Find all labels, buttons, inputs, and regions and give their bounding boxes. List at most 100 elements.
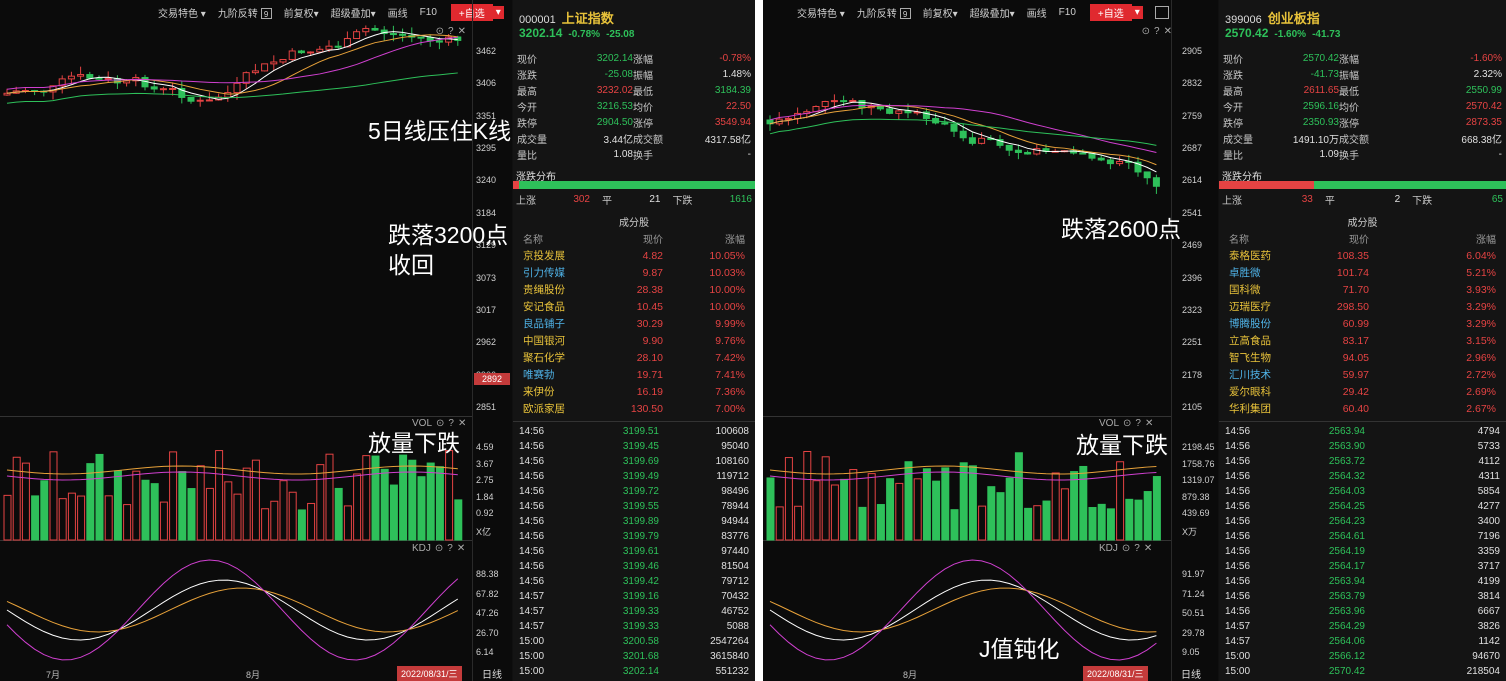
close-icon[interactable]: ✕	[1144, 543, 1152, 554]
volume-bar	[858, 506, 867, 541]
period-label[interactable]: 日线	[1181, 666, 1201, 681]
trade-row: 14:56 2563.94 4794	[1219, 424, 1506, 439]
flat-count: 2	[1394, 193, 1401, 205]
volume-bar	[895, 482, 904, 541]
trade-price: 2564.06	[1328, 636, 1365, 647]
quote-row: 跌停 2904.50 涨停 3549.94	[513, 114, 755, 130]
trade-price: 2563.79	[1328, 591, 1365, 602]
trade-row: 14:56 3199.89 94944	[513, 514, 755, 529]
volume-bar	[426, 462, 435, 541]
components-header: 名称 现价 涨幅	[513, 230, 755, 246]
settings-icon[interactable]: ⊙	[1122, 543, 1130, 554]
component-stock-row[interactable]: 立高食品 83.17 3.15%	[1219, 332, 1506, 349]
close-icon[interactable]: ✕	[1145, 418, 1153, 429]
component-stock-row[interactable]: 聚石化学 28.10 7.42%	[513, 349, 755, 366]
volume-bar	[169, 451, 178, 541]
quote-row: 成交量 3.44亿 成交额 4317.58亿	[513, 130, 755, 146]
component-stock-row[interactable]: 爱尔眼科 29.42 2.69%	[1219, 383, 1506, 400]
component-stock-row[interactable]: 引力传媒 9.87 10.03%	[513, 264, 755, 281]
stock-name: 智飞生物	[1229, 352, 1271, 364]
period-label[interactable]: 日线	[482, 666, 502, 681]
component-stock-row[interactable]: 良品铺子 30.29 9.99%	[513, 315, 755, 332]
kdj-tick-label: 29.78	[1182, 627, 1205, 638]
candle	[86, 74, 94, 79]
component-stock-row[interactable]: 安记食品 10.45 10.00%	[513, 298, 755, 315]
quote-value: 2596.16	[1302, 100, 1339, 112]
trade-price: 2564.61	[1328, 531, 1365, 542]
component-stock-row[interactable]: 来伊份 16.19 7.36%	[513, 383, 755, 400]
stock-change: 2.72%	[1466, 368, 1496, 381]
chart-area[interactable]: 交易特色 ▾ 九阶反转 9 前复权▾ 超级叠加▾ 画线 F10 +自选 ▾ ⊙?…	[763, 0, 1218, 681]
vol-tick-label: X万	[1182, 527, 1198, 537]
trade-price: 3199.69	[622, 456, 659, 467]
settings-icon[interactable]: ⊙	[1123, 418, 1131, 429]
candle	[417, 36, 425, 39]
trade-volume: 46752	[721, 606, 749, 617]
component-stock-row[interactable]: 汇川技术 59.97 2.72%	[1219, 366, 1506, 383]
trade-price: 3199.51	[622, 426, 659, 437]
component-stock-row[interactable]: 欧派家居 130.50 7.00%	[513, 400, 755, 417]
quote-label: 今开	[1223, 102, 1243, 114]
x-label-july: 7月	[46, 670, 61, 680]
component-stock-row[interactable]: 中国银河 9.90 9.76%	[513, 332, 755, 349]
help-icon[interactable]: ?	[447, 543, 453, 554]
component-stock-row[interactable]: 智飞生物 94.05 2.96%	[1219, 349, 1506, 366]
volume-bar	[141, 479, 150, 541]
trade-row: 14:56 3199.72 98496	[513, 484, 755, 499]
kline-chart	[3, 25, 463, 661]
volume-bar	[307, 502, 316, 541]
dist-up-segment	[513, 181, 519, 189]
volume-bar	[40, 480, 49, 541]
volume-bar	[77, 495, 86, 541]
stock-price: 4.82	[642, 249, 663, 262]
chart-area[interactable]: 交易特色 ▾ 九阶反转 9 前复权▾ 超级叠加▾ 画线 F10 +自选 ▾ ⊙?…	[0, 0, 518, 681]
settings-icon[interactable]: ⊙	[435, 543, 443, 554]
trade-volume: 3814	[1477, 591, 1500, 602]
component-stock-row[interactable]: 卓胜微 101.74 5.21%	[1219, 264, 1506, 281]
dist-row: 上涨 33 平 2 下跌 65	[1219, 192, 1506, 207]
close-icon[interactable]: ✕	[457, 543, 465, 554]
price-line: 2570.42 -1.60% -41.73	[1225, 26, 1340, 40]
help-icon[interactable]: ?	[1134, 543, 1140, 554]
y-tick-label: 2105	[1182, 402, 1203, 412]
volume-bar	[941, 467, 950, 541]
quote-value: 1.09	[1319, 148, 1339, 160]
help-icon[interactable]: ?	[1135, 418, 1141, 429]
kdj-controls: KDJ ⊙? ✕	[1099, 543, 1152, 554]
volume-bar	[113, 470, 122, 541]
price-axis: 3462 3406 3351 3295 3240 3184 3129 3073 3017 2962…	[472, 0, 512, 681]
price-axis: 2905 2832 2759 2687 2614 2541 2469 2396 2323 2251…	[1171, 0, 1218, 681]
component-stock-row[interactable]: 泰格医药 108.35 6.04%	[1219, 247, 1506, 264]
component-stock-row[interactable]: 华利集团 60.40 2.67%	[1219, 400, 1506, 417]
stock-change: 3.15%	[1466, 334, 1496, 347]
trade-row: 14:56 2564.61 7196	[1219, 529, 1506, 544]
component-stock-row[interactable]: 贵绳股份 28.38 10.00%	[513, 281, 755, 298]
components-title: 成分股	[1347, 218, 1378, 229]
quote-value: 2550.99	[1465, 84, 1502, 96]
component-stock-row[interactable]: 迈瑞医疗 298.50 3.29%	[1219, 298, 1506, 315]
annotation-volume: 放量下跌	[368, 430, 460, 456]
stock-change: 9.99%	[715, 317, 745, 330]
y-tick-label: 2178	[1182, 369, 1203, 380]
kdj-title: KDJ	[412, 543, 431, 554]
volume-bar	[325, 453, 334, 541]
volume-bar	[297, 509, 306, 541]
quote-label: 振幅	[633, 70, 653, 82]
component-stock-row[interactable]: 唯赛勃 19.71 7.41%	[513, 366, 755, 383]
volume-bar	[445, 450, 454, 541]
component-stock-row[interactable]: 京投发展 4.82 10.05%	[513, 247, 755, 264]
stock-change: 2.67%	[1466, 402, 1496, 415]
trade-time: 15:00	[519, 636, 545, 647]
volume-bar	[159, 501, 168, 541]
component-stock-row[interactable]: 博腾股份 60.99 3.29%	[1219, 315, 1506, 332]
quote-value: -	[1498, 148, 1502, 160]
quote-label: 涨跌	[517, 70, 537, 82]
quote-value: 668.38亿	[1461, 134, 1502, 146]
candle	[288, 50, 296, 60]
stock-change: 10.05%	[709, 249, 745, 262]
change-pct: -0.78%	[568, 29, 601, 40]
trade-row: 14:56 2564.25 4277	[1219, 499, 1506, 514]
candle	[224, 92, 232, 98]
quote-label: 今开	[517, 102, 537, 114]
component-stock-row[interactable]: 国科微 71.70 3.93%	[1219, 281, 1506, 298]
